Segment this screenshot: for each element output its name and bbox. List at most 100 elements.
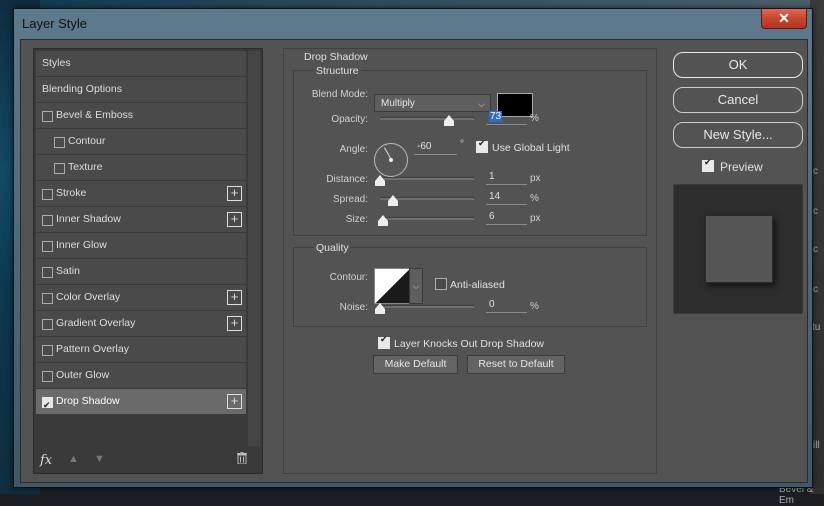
style-item-checkbox[interactable] [42, 111, 53, 122]
opacity-label: Opacity: [331, 114, 368, 125]
style-item-label: Inner Glow [56, 239, 107, 251]
add-effect-icon[interactable]: + [227, 290, 242, 305]
style-item-drop-shadow[interactable]: Drop Shadow + [36, 389, 246, 419]
add-effect-icon[interactable]: + [227, 212, 242, 227]
style-item-inner-glow[interactable]: Inner Glow [36, 233, 246, 259]
style-item-checkbox[interactable] [42, 267, 53, 278]
style-item-checkbox[interactable] [54, 137, 65, 148]
style-item-checkbox[interactable] [42, 241, 53, 252]
style-preview [673, 184, 803, 314]
anti-aliased-checkbox[interactable] [435, 278, 447, 290]
style-item-blending-options[interactable]: Blending Options [36, 77, 246, 103]
style-item-checkbox[interactable] [42, 394, 53, 419]
style-item-checkbox[interactable] [42, 215, 53, 226]
size-slider[interactable] [378, 215, 474, 226]
quality-title: Quality [314, 242, 351, 254]
dialog-title: Layer Style [22, 16, 88, 31]
noise-input[interactable]: 0 [486, 298, 527, 313]
reset-to-default-button[interactable]: Reset to Default [467, 355, 565, 374]
style-item-label: Inner Shadow [56, 213, 121, 225]
style-item-satin[interactable]: Satin [36, 259, 246, 285]
move-down-icon[interactable]: ▼ [94, 453, 105, 465]
use-global-light-label: Use Global Light [492, 142, 570, 154]
style-item-label: Contour [68, 135, 106, 147]
style-item-color-overlay[interactable]: Color Overlay + [36, 285, 246, 311]
layer-style-dialog: Layer Style ✕ Styles Blending Options Beve… [13, 8, 813, 488]
preview-swatch [705, 215, 773, 283]
style-item-checkbox[interactable] [54, 163, 65, 174]
background-text: c [813, 284, 818, 295]
close-button[interactable]: ✕ [761, 9, 807, 29]
move-up-icon[interactable]: ▲ [68, 453, 79, 465]
angle-dial-center [389, 158, 393, 162]
angle-dial[interactable] [374, 143, 408, 177]
chevron-down-icon: ⌵ [478, 99, 485, 109]
preview-checkbox[interactable] [702, 158, 714, 172]
distance-label: Distance: [326, 174, 368, 185]
background-text: c [813, 244, 818, 255]
noise-label: Noise: [339, 302, 368, 313]
style-item-texture[interactable]: Texture [36, 155, 246, 181]
opacity-input[interactable]: 73 [486, 110, 527, 125]
distance-slider[interactable] [375, 175, 474, 186]
opacity-value: 73 [489, 111, 503, 122]
style-item-pattern-overlay[interactable]: Pattern Overlay [36, 337, 246, 363]
dialog-client: Styles Blending Options Bevel & Emboss Cont… [20, 39, 808, 483]
add-effect-icon[interactable]: + [227, 186, 242, 201]
style-item-label: Stroke [56, 187, 87, 199]
contour-label: Contour: [329, 272, 368, 283]
size-label: Size: [345, 214, 368, 225]
style-item-label: Styles [42, 57, 71, 69]
size-input[interactable]: 6 [486, 210, 527, 225]
styles-list-panel: Styles Blending Options Bevel & Emboss Cont… [33, 48, 263, 474]
style-item-gradient-overlay[interactable]: Gradient Overlay + [36, 311, 246, 337]
style-item-bevel-emboss[interactable]: Bevel & Emboss [36, 103, 246, 129]
opacity-unit: % [530, 113, 539, 124]
background-text: ill [813, 440, 820, 451]
style-item-label: Drop Shadow [56, 395, 120, 407]
blend-mode-select[interactable]: Multiply ⌵ [374, 94, 491, 112]
structure-title: Structure [314, 65, 361, 77]
cancel-button[interactable]: Cancel [673, 87, 803, 113]
style-item-checkbox[interactable] [42, 189, 53, 200]
use-global-light-checkbox[interactable] [476, 139, 488, 153]
ok-button[interactable]: OK [673, 52, 803, 78]
knocks-out-checkbox[interactable] [378, 335, 390, 349]
style-item-outer-glow[interactable]: Outer Glow [36, 363, 246, 389]
style-item-checkbox[interactable] [42, 345, 53, 356]
distance-unit: px [530, 173, 541, 184]
angle-unit: ° [460, 139, 464, 150]
style-item-inner-shadow[interactable]: Inner Shadow + [36, 207, 246, 233]
list-scrollbar[interactable] [248, 51, 260, 446]
opacity-slider[interactable] [380, 115, 474, 126]
style-item-styles[interactable]: Styles [36, 51, 246, 77]
noise-slider[interactable] [375, 303, 474, 314]
add-effect-icon[interactable]: + [227, 316, 242, 331]
style-item-label: Gradient Overlay [56, 317, 136, 329]
angle-input[interactable]: -60 [414, 140, 457, 155]
spread-unit: % [530, 193, 539, 204]
style-item-checkbox[interactable] [42, 371, 53, 382]
contour-dropdown[interactable]: ⌵ [409, 268, 423, 304]
background-text: c [813, 166, 818, 177]
style-item-label: Blending Options [42, 83, 122, 95]
contour-picker[interactable] [374, 268, 410, 304]
make-default-button[interactable]: Make Default [373, 355, 458, 374]
spread-input[interactable]: 14 [486, 190, 527, 205]
style-item-stroke[interactable]: Stroke + [36, 181, 246, 207]
add-effect-icon[interactable]: + [227, 394, 242, 409]
style-item-contour[interactable]: Contour [36, 129, 246, 155]
angle-label: Angle: [339, 144, 368, 155]
style-item-label: Color Overlay [56, 291, 121, 303]
knocks-out-label: Layer Knocks Out Drop Shadow [394, 338, 544, 350]
title-bar[interactable]: Layer Style ✕ [14, 9, 812, 39]
distance-input[interactable]: 1 [486, 170, 527, 185]
styles-list-toolbar: fx ▲ ▼ [34, 449, 262, 473]
fx-icon[interactable]: fx [40, 453, 52, 468]
new-style-button[interactable]: New Style... [673, 122, 803, 148]
chevron-down-icon: ⌵ [412, 281, 420, 291]
spread-slider[interactable] [380, 195, 474, 206]
style-item-checkbox[interactable] [42, 293, 53, 304]
trash-icon[interactable] [237, 452, 247, 464]
style-item-checkbox[interactable] [42, 319, 53, 330]
